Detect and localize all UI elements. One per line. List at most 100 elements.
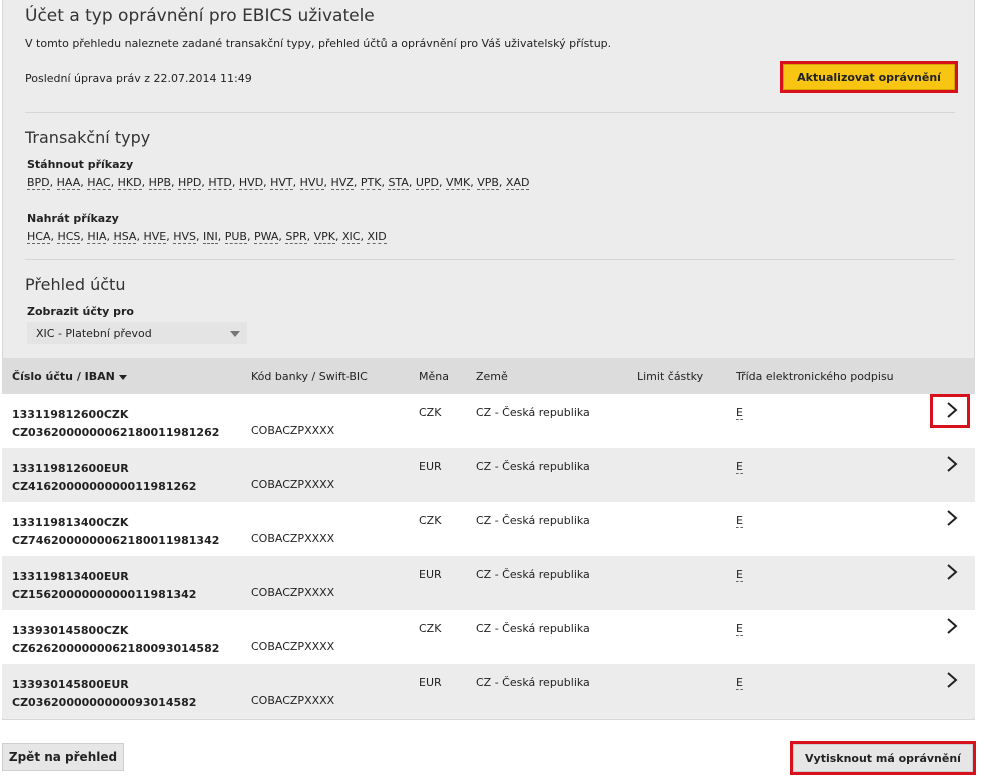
transaction-code[interactable]: HSA xyxy=(113,230,137,244)
country-cell: CZ - Česká republika xyxy=(476,406,590,419)
print-permissions-button[interactable]: Vytisknout má oprávnění xyxy=(793,744,973,772)
transaction-code[interactable]: HCS xyxy=(57,230,81,244)
bic-cell: COBACZPXXXX xyxy=(251,586,335,599)
code-separator: , xyxy=(217,230,225,243)
bic-cell: COBACZPXXXX xyxy=(251,424,335,437)
table-row[interactable]: 133119813400EUR CZ1562000000000011981342 C… xyxy=(2,556,975,610)
table-row[interactable]: 133119813400CZK CZ74620000000621800119813… xyxy=(2,502,975,556)
chevron-right-icon[interactable] xyxy=(942,616,962,636)
transaction-code[interactable]: BPD xyxy=(27,176,50,190)
download-orders-label: Stáhnout příkazy xyxy=(27,158,134,171)
transaction-code[interactable]: HCA xyxy=(27,230,51,244)
transaction-code[interactable]: HAC xyxy=(87,176,111,190)
table-header: Číslo účtu / IBAN Kód banky / Swift-BIC … xyxy=(2,358,975,394)
transaction-code[interactable]: HVU xyxy=(299,176,324,190)
transaction-code[interactable]: HIA xyxy=(87,230,107,244)
code-separator: , xyxy=(49,176,57,189)
table-row[interactable]: 133930145800CZK CZ62620000000621800930145… xyxy=(2,610,975,664)
currency-cell: CZK xyxy=(419,406,442,419)
transaction-code[interactable]: HVZ xyxy=(330,176,354,190)
account-number: 133930145800EUR xyxy=(12,678,129,691)
accounts-table: Číslo účtu / IBAN Kód banky / Swift-BIC … xyxy=(2,358,975,718)
code-separator: , xyxy=(292,176,300,189)
transaction-code[interactable]: HPB xyxy=(148,176,172,190)
signature-class-cell[interactable]: E xyxy=(736,406,743,420)
transaction-code[interactable]: XAD xyxy=(505,176,530,190)
transaction-code[interactable]: HVE xyxy=(143,230,167,244)
transaction-code[interactable]: STA xyxy=(388,176,409,190)
country-cell: CZ - Česká republika xyxy=(476,514,590,527)
transaction-code[interactable]: HPD xyxy=(178,176,202,190)
transaction-code[interactable]: VPK xyxy=(313,230,336,244)
transaction-code[interactable]: VMK xyxy=(445,176,471,190)
transaction-code[interactable]: HVT xyxy=(270,176,293,190)
code-separator: , xyxy=(141,176,149,189)
table-row[interactable]: 133930145800EUR CZ0362000000000093014582 C… xyxy=(2,664,975,718)
table-row[interactable]: 133119812600CZK CZ03620000000621800119812… xyxy=(2,394,975,448)
currency-cell: CZK xyxy=(419,622,442,635)
upload-codes-list: HCA, HCS, HIA, HSA, HVE, HVS, INI, PUB, … xyxy=(27,230,387,244)
iban: CZ4162000000000011981262 xyxy=(12,480,197,493)
code-separator: , xyxy=(246,230,254,243)
transaction-code[interactable]: PUB xyxy=(224,230,247,244)
transaction-code[interactable]: PWA xyxy=(253,230,279,244)
iban: CZ1562000000000011981342 xyxy=(12,588,197,601)
signature-class-cell[interactable]: E xyxy=(736,460,743,474)
last-modified-text: Poslední úprava práv z 22.07.2014 11:49 xyxy=(25,72,252,85)
iban: CZ0362000000000093014582 xyxy=(12,696,197,709)
transaction-code[interactable]: HVS xyxy=(173,230,196,244)
code-separator: , xyxy=(408,176,416,189)
account-cell: 133119813400CZK CZ74620000000621800119813… xyxy=(12,514,219,550)
caret-down-icon xyxy=(230,331,240,337)
intro-text: V tomto přehledu naleznete zadané transa… xyxy=(25,37,612,50)
code-separator: , xyxy=(231,176,239,189)
account-number: 133119812600CZK xyxy=(12,408,129,421)
column-header-country: Země xyxy=(476,370,508,383)
table-row[interactable]: 133119812600EUR CZ4162000000000011981262 C… xyxy=(2,448,975,502)
account-number: 133119812600EUR xyxy=(12,462,129,475)
code-separator: , xyxy=(195,230,203,243)
transaction-code[interactable]: HAA xyxy=(56,176,81,190)
column-header-signature: Třída elektronického podpisu xyxy=(736,370,894,383)
code-separator: , xyxy=(171,176,179,189)
update-permissions-button[interactable]: Aktualizovat oprávnění xyxy=(783,64,955,90)
transaction-code[interactable]: INI xyxy=(202,230,218,244)
account-filter-select[interactable]: XIC - Platební převod xyxy=(27,322,247,344)
transaction-code[interactable]: XID xyxy=(367,230,387,244)
transaction-code[interactable]: SPR xyxy=(285,230,307,244)
column-header-currency: Měna xyxy=(419,370,449,383)
chevron-right-icon[interactable] xyxy=(942,454,962,474)
currency-cell: EUR xyxy=(419,460,442,473)
transaction-code[interactable]: HKD xyxy=(117,176,142,190)
transaction-code[interactable]: PTK xyxy=(360,176,382,190)
country-cell: CZ - Česká republika xyxy=(476,676,590,689)
back-to-overview-button[interactable]: Zpět na přehled xyxy=(2,743,124,771)
transaction-code[interactable]: HTD xyxy=(208,176,232,190)
column-header-account[interactable]: Číslo účtu / IBAN xyxy=(12,370,127,383)
download-codes-list: BPD, HAA, HAC, HKD, HPB, HPD, HTD, HVD, … xyxy=(27,176,530,190)
chevron-right-icon[interactable] xyxy=(942,508,962,528)
transaction-code[interactable]: XIC xyxy=(342,230,361,244)
signature-class-cell[interactable]: E xyxy=(736,622,743,636)
account-cell: 133119813400EUR CZ1562000000000011981342 xyxy=(12,568,196,604)
account-filter-value: XIC - Platební převod xyxy=(36,326,152,340)
account-cell: 133119812600CZK CZ03620000000621800119812… xyxy=(12,406,219,442)
iban: CZ6262000000062180093014582 xyxy=(12,642,220,655)
transaction-code[interactable]: VPB xyxy=(477,176,499,190)
chevron-right-icon[interactable] xyxy=(942,562,962,582)
code-separator: , xyxy=(306,230,314,243)
transaction-code[interactable]: HVD xyxy=(238,176,264,190)
iban: CZ7462000000062180011981342 xyxy=(12,534,220,547)
signature-class-cell[interactable]: E xyxy=(736,514,743,528)
country-cell: CZ - Česká republika xyxy=(476,460,590,473)
transaction-code[interactable]: UPD xyxy=(415,176,439,190)
country-cell: CZ - Česká republika xyxy=(476,568,590,581)
code-separator: , xyxy=(353,176,361,189)
signature-class-cell[interactable]: E xyxy=(736,676,743,690)
chevron-right-icon[interactable] xyxy=(942,670,962,690)
filter-label: Zobrazit účty pro xyxy=(27,305,134,318)
page-title: Účet a typ oprávnění pro EBICS uživatele xyxy=(25,6,375,26)
code-separator: , xyxy=(335,230,343,243)
signature-class-cell[interactable]: E xyxy=(736,568,743,582)
transaction-types-title: Transakční typy xyxy=(25,128,151,147)
